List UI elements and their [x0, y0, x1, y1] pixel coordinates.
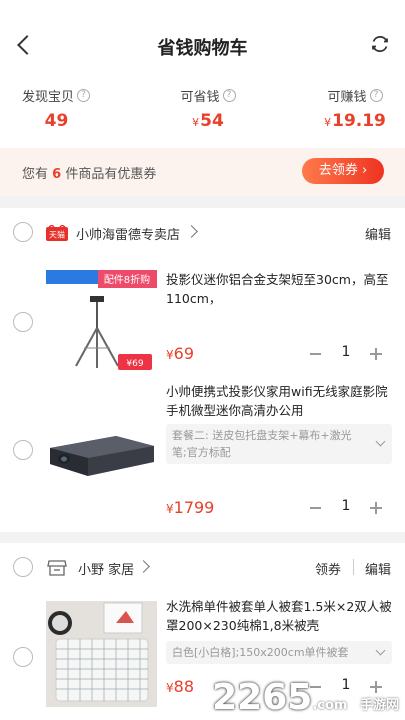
help-icon[interactable]: ? — [77, 89, 90, 102]
minus-icon[interactable] — [310, 353, 321, 355]
item-price: ¥88 — [166, 677, 194, 696]
price-value: 69 — [173, 344, 194, 363]
store-header: 天猫 小帅海雷德专卖店 编辑 — [0, 208, 405, 258]
chevron-right-icon[interactable] — [137, 560, 150, 573]
currency-symbol: ¥ — [166, 502, 174, 516]
tmall-logo-icon: 天猫 — [46, 224, 68, 241]
quantity-stepper: 1 — [310, 498, 382, 518]
coupon-notice-prefix: 您有 — [22, 167, 49, 182]
currency-symbol: ¥ — [166, 348, 174, 362]
store-name[interactable]: 小野 家居 — [78, 559, 134, 578]
stat-value: 49 — [44, 111, 69, 131]
sku-text: 套餐二: 送皮包托盘支架+幕布+激光笔;官方标配 — [172, 429, 352, 459]
product-thumbnail[interactable]: 配件8折购 ¥69 — [46, 270, 157, 376]
coupon-count: 6 — [52, 167, 62, 182]
product-title[interactable]: 投影仪迷你铝合金支架短至30cm，高至110cm， — [166, 270, 394, 308]
edit-button[interactable]: 编辑 — [365, 559, 391, 578]
site-watermark: 2265.com 手游网 — [212, 677, 399, 718]
currency-symbol: ¥ — [324, 116, 332, 129]
watermark-text: 2265 — [212, 677, 313, 718]
store-card: 天猫 小帅海雷德专卖店 编辑 配件8折购 ¥69 投影仪迷你铝合金支架短至30c… — [0, 208, 405, 532]
store-coupon-button[interactable]: 领券 — [315, 559, 341, 578]
stat-can-earn: 可赚钱? ¥19.19 — [313, 86, 397, 131]
item-price: ¥1799 — [166, 498, 214, 517]
item-price: ¥69 — [166, 344, 194, 363]
watermark-sub: 手游网 — [359, 698, 399, 713]
shopping-cart-page: 省钱购物车 发现宝贝? 49 可省钱? ¥54 可赚钱? ¥19.19 您有 6… — [0, 0, 405, 720]
coupon-notice-bar: 您有 6 件商品有优惠券 去领券 › — [0, 148, 405, 196]
watermark-suffix: .com — [312, 698, 348, 713]
quantity-value[interactable]: 1 — [338, 344, 354, 360]
thumb-price-text: ¥69 — [126, 359, 143, 369]
stat-label: 可省钱 — [180, 90, 220, 105]
minus-icon[interactable] — [310, 507, 321, 509]
sku-selector[interactable]: 套餐二: 送皮包托盘支架+幕布+激光笔;官方标配 — [166, 424, 392, 464]
coupon-notice-suffix: 件商品有优惠券 — [65, 167, 157, 182]
product-thumbnail[interactable] — [46, 601, 157, 707]
store-name[interactable]: 小帅海雷德专卖店 — [76, 224, 180, 243]
sku-selector[interactable]: 白色[小白格];150x200cm单件被套 — [166, 641, 392, 664]
tmall-badge-text: 天猫 — [49, 230, 65, 240]
currency-symbol: ¥ — [166, 681, 174, 695]
cart-item: 配件8折购 ¥69 投影仪迷你铝合金支架短至30cm，高至110cm， ¥69 … — [0, 258, 405, 382]
stat-value: 54 — [200, 111, 224, 131]
stat-label: 可赚钱 — [327, 90, 367, 105]
chevron-down-icon[interactable] — [375, 645, 386, 655]
price-value: 88 — [173, 677, 194, 696]
product-thumbnail[interactable] — [46, 396, 157, 502]
stat-can-save: 可省钱? ¥54 — [166, 86, 250, 131]
quantity-stepper: 1 — [310, 344, 382, 364]
get-coupons-button[interactable]: 去领券 › — [302, 158, 384, 184]
plus-icon[interactable] — [370, 502, 382, 514]
stat-value: 19.19 — [332, 111, 386, 131]
savings-summary: 发现宝贝? 49 可省钱? ¥54 可赚钱? ¥19.19 — [0, 86, 405, 148]
plus-icon[interactable] — [370, 348, 382, 360]
page-title: 省钱购物车 — [157, 38, 248, 59]
shop-icon — [47, 560, 69, 576]
chevron-down-icon[interactable] — [375, 436, 386, 447]
store-header: 小野 家居 领券 编辑 — [0, 543, 405, 593]
divider — [353, 559, 354, 575]
store-select-radio[interactable] — [13, 222, 33, 242]
chevron-right-icon[interactable] — [185, 225, 198, 238]
help-icon[interactable]: ? — [222, 89, 236, 102]
stat-label: 发现宝贝 — [21, 90, 74, 105]
coupon-notice-text: 您有 6 件商品有优惠券 — [22, 163, 156, 182]
refresh-icon[interactable] — [369, 33, 391, 55]
price-value: 1799 — [173, 498, 215, 517]
top-bar: 省钱购物车 — [0, 0, 405, 88]
product-title[interactable]: 水洗棉单件被套单人被套1.5米×2双人被罩200×230纯棉1,8米被壳 — [166, 597, 394, 635]
cart-item: 小帅便携式投影仪家用wifi无线家庭影院手机微型迷你高清办公用 套餐二: 送皮包… — [0, 382, 405, 532]
sku-text: 白色[小白格];150x200cm单件被套 — [172, 646, 349, 659]
help-icon[interactable]: ? — [369, 89, 383, 102]
quantity-value[interactable]: 1 — [338, 498, 354, 514]
item-select-radio[interactable] — [13, 647, 33, 667]
thumb-promo-text: 配件8折购 — [104, 273, 150, 286]
product-title[interactable]: 小帅便携式投影仪家用wifi无线家庭影院手机微型迷你高清办公用 — [166, 382, 394, 420]
item-select-radio[interactable] — [13, 312, 33, 332]
item-select-radio[interactable] — [13, 440, 33, 460]
stat-found-items: 发现宝贝? 49 — [14, 86, 98, 131]
currency-symbol: ¥ — [192, 116, 200, 129]
store-select-radio[interactable] — [13, 557, 33, 577]
edit-button[interactable]: 编辑 — [365, 224, 391, 243]
